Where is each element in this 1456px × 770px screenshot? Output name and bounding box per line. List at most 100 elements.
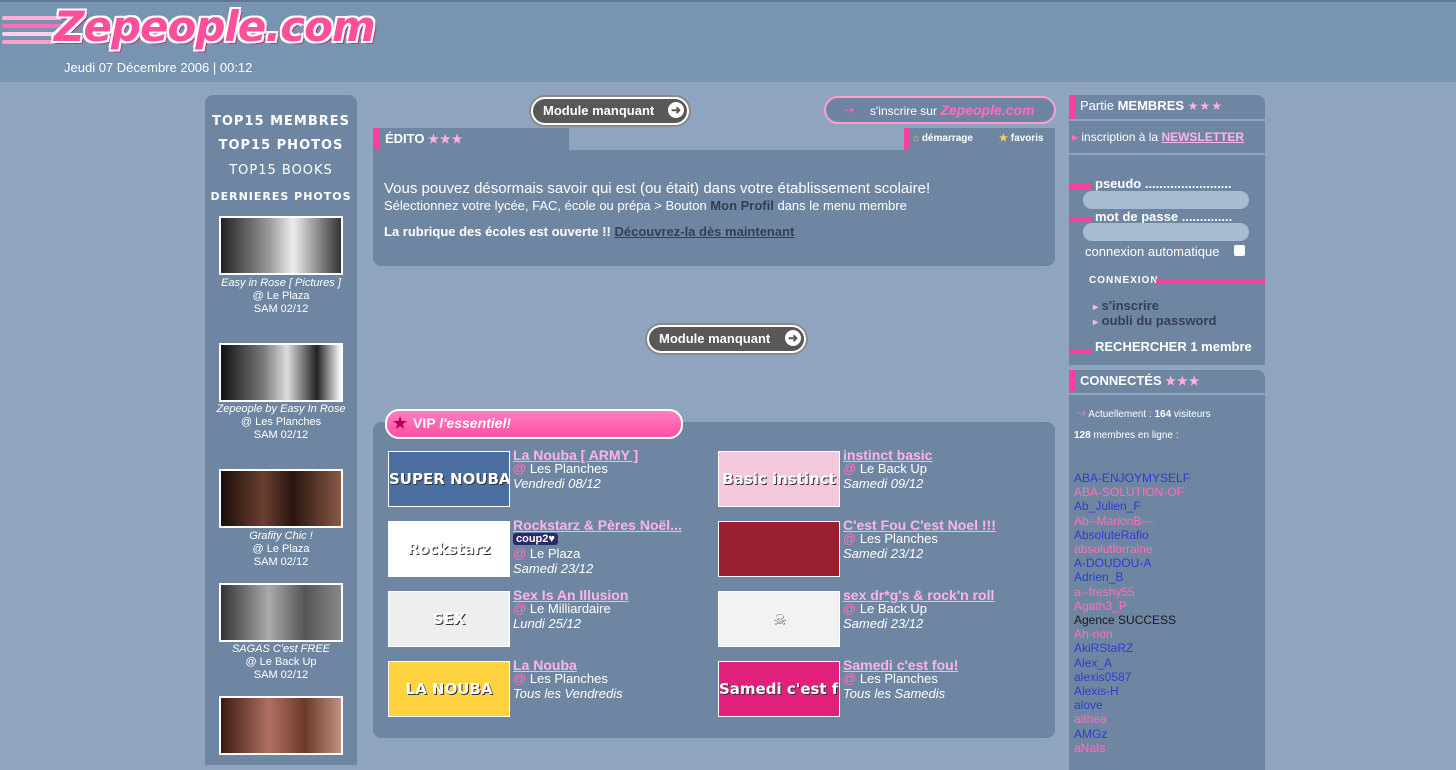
- online-line: 128 membres en ligne :: [1074, 430, 1179, 441]
- top15-photos-link[interactable]: TOP15 PHOTOS: [205, 138, 357, 153]
- photo-date: SAM 02/12: [253, 303, 309, 315]
- photo-title[interactable]: Grafity Chic !: [209, 530, 353, 543]
- online-member-link[interactable]: Ab_Julien_F: [1074, 499, 1141, 513]
- event-place-name: Le Plaza: [529, 546, 581, 561]
- vip-header: ★ VIP l'essentiel!: [385, 409, 683, 439]
- event-flyer[interactable]: ☠: [718, 591, 840, 647]
- event-date: Samedi 23/12: [513, 561, 594, 576]
- startup-button[interactable]: ⌂ démarrage: [913, 130, 973, 148]
- home-icon: ⌂: [913, 133, 920, 144]
- online-suffix: membres en ligne :: [1093, 430, 1179, 441]
- password-input[interactable]: [1083, 223, 1249, 241]
- online-member-link[interactable]: althea: [1074, 712, 1107, 726]
- password-label: mot de passe ..............: [1095, 209, 1233, 224]
- at-icon: @: [843, 461, 860, 476]
- photo-place: @ Les Planches: [240, 416, 322, 428]
- photo-thumbnail[interactable]: [219, 696, 343, 755]
- event-date: Samedi 23/12: [843, 546, 924, 561]
- register-link: s'inscrire: [1101, 298, 1159, 313]
- online-member-link[interactable]: aNaIs: [1074, 741, 1105, 755]
- event-place-name: Les Planches: [859, 671, 938, 686]
- photo-thumbnail[interactable]: [219, 343, 343, 402]
- photo-title[interactable]: Easy in Rose [ Pictures ]: [209, 277, 353, 290]
- top15-books-link[interactable]: TOP15 BOOKS: [205, 163, 357, 178]
- dotted-arrow-icon: ⇢: [844, 103, 855, 117]
- photo-thumbnail[interactable]: [219, 583, 343, 642]
- tab-accent: [904, 128, 910, 150]
- online-member-link[interactable]: Agence SUCCESS: [1074, 613, 1176, 627]
- event-date: Samedi 09/12: [843, 476, 924, 491]
- event-flyer[interactable]: Rockstarz: [388, 521, 510, 577]
- register-banner-button[interactable]: ⇢ s'inscrire sur Zepeople.com: [824, 96, 1056, 124]
- site-header: Zepeople.com Jeudi 07 Décembre 2006 | 00…: [0, 0, 1456, 82]
- online-member-link[interactable]: Ah-non: [1074, 627, 1113, 641]
- top15-members-link[interactable]: TOP15 MEMBRES: [205, 114, 357, 129]
- event-flyer[interactable]: [718, 521, 840, 577]
- pseudo-input[interactable]: [1083, 191, 1249, 209]
- online-member-link[interactable]: absolutlorraine: [1074, 542, 1153, 556]
- event-flyer[interactable]: Samedi c'est fou !: [718, 661, 840, 717]
- event-place: @ Les Planches: [513, 462, 608, 476]
- photo-place: @ Le Back Up: [245, 656, 317, 668]
- photo-caption: Grafity Chic ! @ Le Plaza SAM 02/12: [209, 530, 353, 569]
- photo-date: SAM 02/12: [253, 429, 309, 441]
- edito-title-text: ÉDITO: [385, 131, 425, 146]
- favorites-button[interactable]: ★ favoris: [999, 130, 1044, 148]
- online-member-link[interactable]: Alexis-H: [1074, 684, 1119, 698]
- online-member-link[interactable]: ABA-ENJOYMYSELF: [1074, 471, 1190, 485]
- event-flyer[interactable]: LA NOUBA: [388, 661, 510, 717]
- event-place: @ Le Plaza: [513, 547, 580, 561]
- newsletter-link[interactable]: NEWSLETTER: [1161, 130, 1244, 144]
- photo-date: SAM 02/12: [253, 669, 309, 681]
- connexion-button[interactable]: CONNEXION: [1089, 275, 1159, 286]
- module-missing-button[interactable]: Module manquant ➜: [647, 325, 806, 353]
- online-member-link[interactable]: alove: [1074, 698, 1103, 712]
- event-badge: coup2♥: [513, 533, 558, 545]
- photo-thumbnail[interactable]: [219, 469, 343, 528]
- module-missing-label: Module manquant: [543, 103, 655, 118]
- photo-title[interactable]: Zepeople by Easy In Rose: [209, 403, 353, 416]
- at-icon: @: [843, 601, 860, 616]
- site-logo[interactable]: Zepeople.com: [54, 2, 376, 51]
- forgot-password-row[interactable]: ▸ oubli du password: [1093, 313, 1217, 328]
- stars-icon: ★★★: [1165, 374, 1201, 388]
- search-member-link[interactable]: RECHERCHER 1 membre: [1095, 339, 1252, 354]
- event-place-name: Le Back Up: [859, 461, 928, 476]
- top15-photos-label: TOP15 PHOTOS: [218, 138, 344, 153]
- photo-caption: SAGAS C'est FREE @ Le Back Up SAM 02/12: [209, 643, 353, 682]
- online-member-link[interactable]: Ab--MarionB---: [1074, 514, 1153, 528]
- edito-title: ÉDITO ★★★: [385, 131, 463, 146]
- online-member-link[interactable]: A-DOUDOU-A: [1074, 556, 1151, 570]
- edito-instructions: Sélectionnez votre lycée, FAC, école ou …: [384, 198, 907, 213]
- photo-place: @ Le Plaza: [252, 543, 310, 555]
- online-member-link[interactable]: Agath3_P: [1074, 599, 1127, 613]
- auto-login-checkbox[interactable]: [1234, 245, 1245, 256]
- event-date: Vendredi 08/12: [513, 476, 601, 491]
- module-missing-button[interactable]: Module manquant ➜: [531, 97, 689, 125]
- online-member-link[interactable]: a--freshy55: [1074, 585, 1135, 599]
- photo-title[interactable]: SAGAS C'est FREE: [209, 643, 353, 656]
- photo-date: SAM 02/12: [253, 556, 309, 568]
- register-link-row[interactable]: ▸ s'inscrire: [1093, 298, 1159, 313]
- online-member-link[interactable]: AkiRStaRZ: [1074, 641, 1133, 655]
- vip-tagline: l'essentiel!: [439, 415, 512, 431]
- event-flyer[interactable]: SEX: [388, 591, 510, 647]
- online-member-link[interactable]: Adrien_B: [1074, 570, 1123, 584]
- visitors-count: 164: [1154, 409, 1172, 420]
- newsletter-prefix: inscription à la: [1081, 130, 1159, 144]
- at-icon: @: [843, 671, 860, 686]
- online-member-link[interactable]: alexis0587: [1074, 670, 1131, 684]
- event-title-link[interactable]: Rockstarz & Pères Noël...: [513, 517, 682, 533]
- connected-title-text: CONNECTÉS: [1080, 373, 1162, 388]
- event-flyer[interactable]: Basic instinct: [718, 451, 840, 507]
- discover-schools-link[interactable]: Découvrez-la dès maintenant: [614, 224, 794, 239]
- online-member-link[interactable]: ABA-SOLUTION-OF: [1074, 485, 1184, 499]
- photo-thumbnail[interactable]: [219, 216, 343, 275]
- online-member-link[interactable]: Alex_A: [1074, 656, 1112, 670]
- schools-open-text: La rubrique des écoles est ouverte !!: [384, 224, 611, 239]
- event-flyer-text: ☠: [772, 610, 786, 628]
- startup-label: démarrage: [921, 133, 973, 144]
- online-member-link[interactable]: AbsoluteRafio: [1074, 528, 1149, 542]
- online-member-link[interactable]: AMGz: [1074, 727, 1107, 741]
- event-flyer[interactable]: SUPER NOUBA: [388, 451, 510, 507]
